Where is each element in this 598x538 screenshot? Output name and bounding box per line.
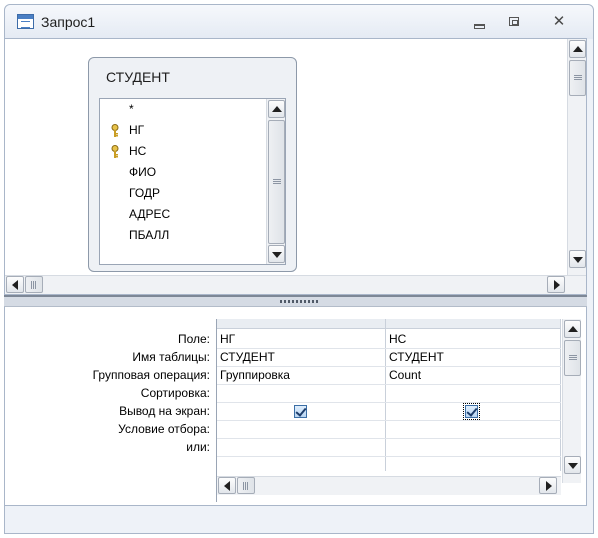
field-item[interactable]: ФИО xyxy=(100,162,265,183)
scroll-up-button[interactable] xyxy=(564,320,581,338)
field-item[interactable]: АДРЕС xyxy=(100,204,265,225)
grip-icon xyxy=(31,281,36,289)
arrow-up-icon xyxy=(573,46,583,52)
arrow-up-icon xyxy=(272,106,282,112)
primary-key-icon xyxy=(111,145,119,158)
scroll-thumb[interactable] xyxy=(569,60,586,96)
maximize-button[interactable] xyxy=(500,11,528,33)
scroll-down-button[interactable] xyxy=(569,250,586,268)
show-checkbox[interactable] xyxy=(294,405,307,418)
cell-field[interactable]: НС xyxy=(386,331,560,348)
field-item[interactable]: НГ xyxy=(100,120,265,141)
diagram-horizontal-scrollbar[interactable] xyxy=(5,275,586,294)
arrow-left-icon xyxy=(224,481,230,491)
field-list-scrollbar[interactable] xyxy=(266,99,285,264)
grid-vertical-scrollbar[interactable] xyxy=(562,319,581,483)
scroll-down-button[interactable] xyxy=(268,245,285,263)
arrow-left-icon xyxy=(12,280,18,290)
column-selector-bar[interactable] xyxy=(217,319,561,329)
table-box-student[interactable]: СТУДЕНТ * НГ НС ФИО ГОДР АДРЕС ПБАЛЛ xyxy=(88,57,297,272)
arrow-down-icon xyxy=(568,463,578,469)
scroll-up-button[interactable] xyxy=(268,100,285,118)
field-item[interactable]: * xyxy=(100,99,265,120)
cell-sort[interactable] xyxy=(386,385,560,402)
design-grid[interactable]: НГ СТУДЕНТ Группировка НС СТУДЕНТ Count xyxy=(216,319,582,502)
scroll-thumb[interactable] xyxy=(25,276,43,293)
scroll-left-button[interactable] xyxy=(218,477,236,494)
row-label-sort: Сортировка: xyxy=(140,386,210,400)
query-icon xyxy=(17,14,34,29)
field-item[interactable]: НС xyxy=(100,141,265,162)
table-diagram-pane[interactable]: СТУДЕНТ * НГ НС ФИО ГОДР АДРЕС ПБАЛЛ xyxy=(4,38,587,295)
scroll-up-button[interactable] xyxy=(569,40,586,58)
cell-or[interactable] xyxy=(386,439,560,456)
scroll-thumb[interactable] xyxy=(268,120,285,244)
show-checkbox[interactable] xyxy=(463,403,480,420)
scroll-right-button[interactable] xyxy=(547,276,565,293)
row-label-or: или: xyxy=(186,440,210,454)
scroll-right-button[interactable] xyxy=(539,477,557,494)
title-bar[interactable]: Запрос1 ✕ xyxy=(5,5,593,39)
cell-total[interactable]: Группировка xyxy=(217,367,385,384)
scroll-thumb[interactable] xyxy=(237,477,255,494)
scroll-thumb[interactable] xyxy=(564,340,581,376)
arrow-down-icon xyxy=(272,252,282,258)
row-label-criteria: Условие отбора: xyxy=(118,422,210,436)
window-title: Запрос1 xyxy=(41,14,96,30)
pane-splitter[interactable] xyxy=(4,295,587,307)
cell-criteria[interactable] xyxy=(217,421,385,438)
arrow-right-icon xyxy=(546,481,552,491)
grip-icon xyxy=(569,355,577,360)
scroll-down-button[interactable] xyxy=(564,456,581,474)
cell-field[interactable]: НГ xyxy=(217,331,385,348)
diagram-vertical-scrollbar[interactable] xyxy=(567,39,586,277)
cell-total[interactable]: Count xyxy=(386,367,560,384)
cell-sort[interactable] xyxy=(217,385,385,402)
cell-table[interactable]: СТУДЕНТ xyxy=(217,349,385,366)
field-list[interactable]: * НГ НС ФИО ГОДР АДРЕС ПБАЛЛ xyxy=(99,98,286,265)
row-label-total: Групповая операция: xyxy=(92,368,210,382)
close-icon: ✕ xyxy=(552,13,566,30)
column-divider xyxy=(560,319,561,471)
table-title: СТУДЕНТ xyxy=(106,69,170,85)
arrow-right-icon xyxy=(554,280,560,290)
field-item[interactable]: ПБАЛЛ xyxy=(100,225,265,246)
grid-horizontal-scrollbar[interactable] xyxy=(217,476,561,495)
splitter-grip-icon xyxy=(280,300,320,303)
row-label-table: Имя таблицы: xyxy=(132,350,210,364)
grip-icon xyxy=(273,179,281,184)
cell-table[interactable]: СТУДЕНТ xyxy=(386,349,560,366)
maximize-icon xyxy=(509,17,519,26)
primary-key-icon xyxy=(111,124,119,137)
cell-or[interactable] xyxy=(217,439,385,456)
row-divider xyxy=(217,402,561,403)
arrow-up-icon xyxy=(568,326,578,332)
grip-icon xyxy=(574,75,582,80)
minimize-button[interactable] xyxy=(465,11,493,33)
row-label-show: Вывод на экран: xyxy=(119,404,210,418)
minimize-icon xyxy=(473,24,485,29)
close-button[interactable]: ✕ xyxy=(545,11,573,33)
scroll-left-button[interactable] xyxy=(6,276,24,293)
arrow-down-icon xyxy=(573,257,583,263)
cell-criteria[interactable] xyxy=(386,421,560,438)
row-divider xyxy=(217,456,561,457)
row-label-field: Поле: xyxy=(177,332,210,346)
field-item[interactable]: ГОДР xyxy=(100,183,265,204)
design-grid-pane: Поле: Имя таблицы: Групповая операция: С… xyxy=(4,307,587,506)
grip-icon xyxy=(243,482,248,490)
